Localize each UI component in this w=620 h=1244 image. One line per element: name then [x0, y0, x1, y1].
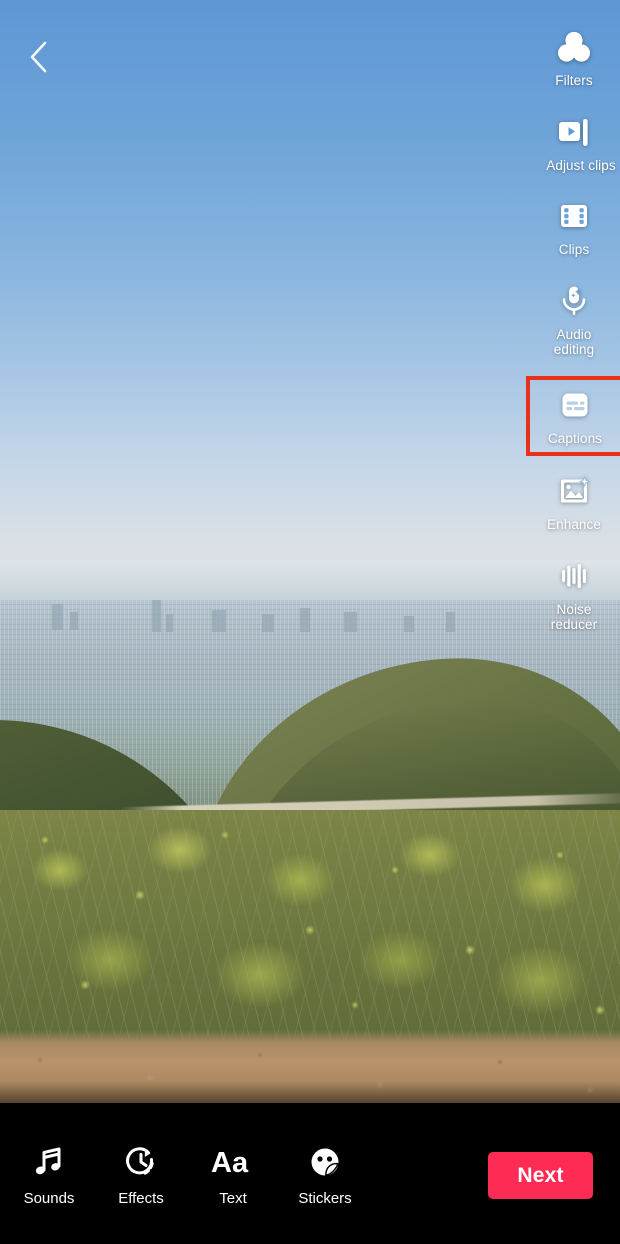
tool-text[interactable]: Aa Text: [200, 1141, 266, 1207]
filters-icon: [553, 26, 595, 68]
building: [212, 610, 226, 632]
tool-label: Sounds: [23, 1189, 75, 1207]
sidebar-item-audio-editing[interactable]: Audio editing: [528, 280, 620, 358]
building: [446, 612, 455, 632]
adjust-clips-icon: [553, 111, 595, 153]
tool-label: Effects: [118, 1189, 164, 1207]
chevron-left-icon: [30, 41, 47, 73]
tool-label: Stickers: [298, 1189, 352, 1207]
sidebar-item-captions[interactable]: Captions: [526, 375, 620, 456]
back-button[interactable]: [18, 36, 60, 78]
editor-sidebar: Filters Adjust clips Clips Audio editing…: [526, 26, 620, 655]
sidebar-item-filters[interactable]: Filters: [528, 26, 620, 89]
sky-background: [0, 0, 620, 600]
building: [300, 608, 310, 632]
image-sparkle-icon: [553, 470, 595, 512]
building: [344, 612, 357, 632]
sidebar-item-clips[interactable]: Clips: [528, 195, 620, 258]
text-aa-icon: Aa: [211, 1141, 255, 1183]
sidebar-item-label: Adjust clips: [546, 157, 616, 173]
waveform-icon: [553, 555, 595, 597]
clock-arrow-icon: [123, 1141, 159, 1183]
next-button-label: Next: [517, 1163, 564, 1187]
film-strip-icon: [553, 195, 595, 237]
sidebar-item-label: Enhance: [547, 517, 601, 532]
sidebar-item-label: Noise reducer: [550, 601, 598, 633]
tool-sounds[interactable]: Sounds: [16, 1141, 82, 1207]
editor-screen: Filters Adjust clips Clips Audio editing…: [0, 0, 620, 1244]
sidebar-item-enhance[interactable]: Enhance: [528, 470, 620, 533]
bottom-toolbar: Sounds Effects Aa Text Stickers Next: [0, 1103, 620, 1244]
sidebar-item-label: Filters: [555, 73, 593, 88]
sidebar-item-label: Clips: [558, 242, 590, 257]
microphone-sparkle-icon: [553, 280, 595, 322]
tool-stickers[interactable]: Stickers: [292, 1141, 358, 1207]
tool-row: Sounds Effects Aa Text Stickers: [0, 1141, 358, 1207]
building: [70, 612, 78, 630]
sidebar-item-adjust-clips[interactable]: Adjust clips: [528, 111, 620, 174]
building: [52, 604, 63, 630]
building: [262, 614, 274, 632]
tool-effects[interactable]: Effects: [108, 1141, 174, 1207]
building: [404, 616, 414, 632]
tool-label: Text: [219, 1189, 247, 1207]
sidebar-item-noise-reducer[interactable]: Noise reducer: [528, 555, 620, 633]
sidebar-item-label: Captions: [547, 430, 603, 446]
sidebar-item-label: Audio editing: [553, 326, 595, 358]
building: [166, 614, 173, 632]
sticker-face-icon: [307, 1141, 343, 1183]
music-note-icon: [31, 1141, 67, 1183]
captions-icon: [554, 384, 596, 426]
svg-text:Aa: Aa: [211, 1147, 249, 1179]
building: [152, 600, 161, 632]
next-button[interactable]: Next: [488, 1152, 593, 1199]
dirt-texture: [0, 1030, 620, 1103]
brush-buds: [0, 810, 620, 1060]
